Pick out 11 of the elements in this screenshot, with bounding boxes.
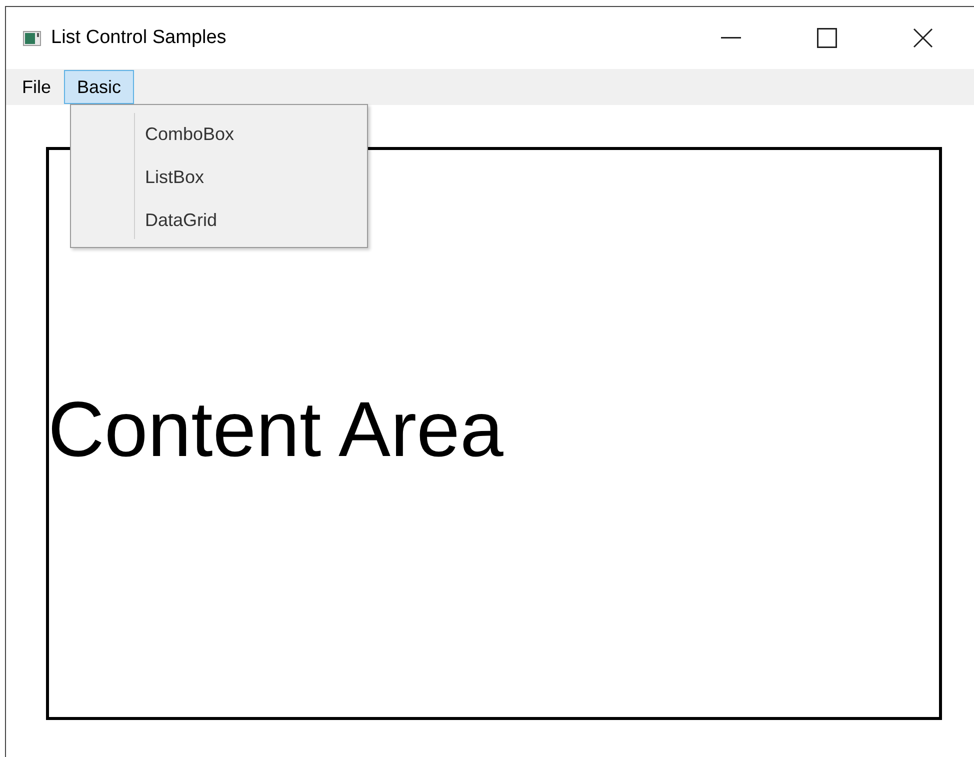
- maximize-icon: [817, 28, 837, 48]
- menu-item[interactable]: Basic: [64, 70, 134, 104]
- menu-item[interactable]: File: [15, 70, 58, 104]
- minimize-icon: [721, 37, 741, 39]
- window-title: List Control Samples: [51, 26, 226, 50]
- content-label: Content Area: [48, 390, 504, 468]
- dropdown-item[interactable]: ComboBox: [145, 121, 234, 148]
- app-icon: [23, 30, 41, 46]
- dropdown-item[interactable]: ListBox: [145, 164, 204, 191]
- dropdown-item[interactable]: DataGrid: [145, 207, 218, 234]
- close-icon: [913, 28, 933, 48]
